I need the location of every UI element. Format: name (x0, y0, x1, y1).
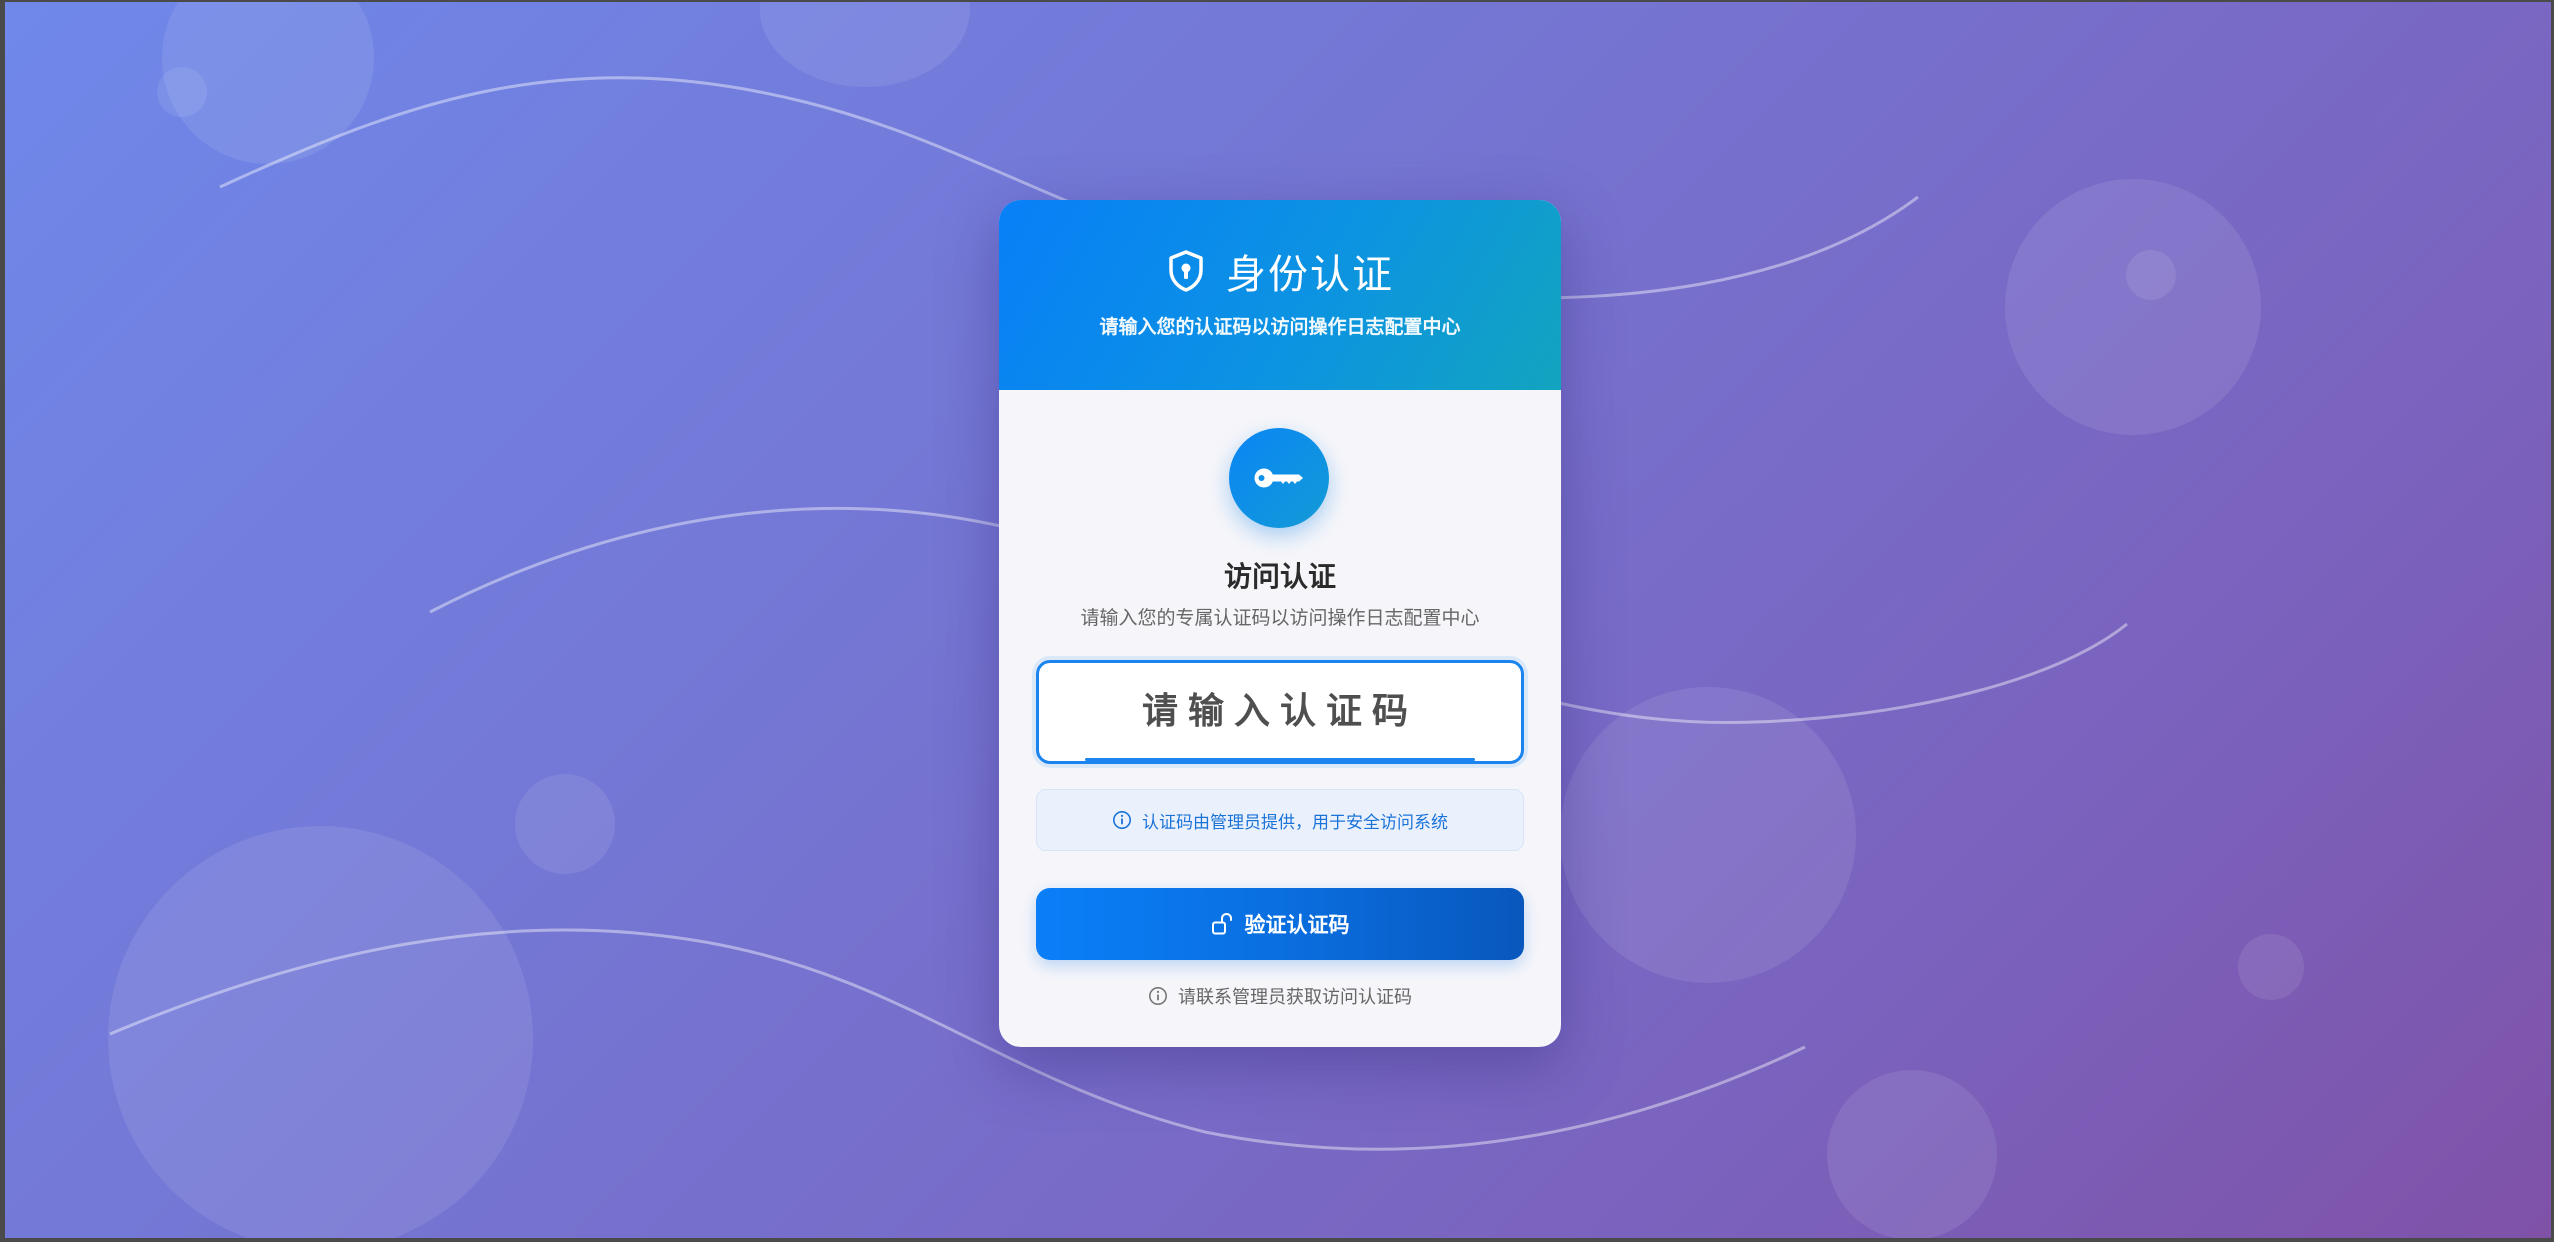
info-circle-icon (1148, 986, 1168, 1006)
shield-lock-icon (1166, 249, 1206, 293)
header-subtitle: 请输入您的认证码以访问操作日志配置中心 (1099, 316, 1461, 338)
contact-note-text: 请联系管理员获取访问认证码 (1178, 987, 1412, 1008)
page-title: 身份认证 (1226, 252, 1394, 298)
code-input-wrapper[interactable] (1036, 660, 1524, 764)
info-circle-icon (1112, 810, 1132, 830)
verify-code-button[interactable]: 验证认证码 (1036, 888, 1524, 960)
verify-button-label: 验证认证码 (1244, 913, 1350, 937)
auth-code-input[interactable] (1039, 663, 1521, 759)
auth-description: 请输入您的专属认证码以访问操作日志配置中心 (1080, 607, 1480, 629)
header-title-row: 身份认证 (999, 242, 1561, 300)
input-focus-underline (1085, 758, 1475, 761)
unlock-icon (1211, 912, 1233, 936)
auth-title: 访问认证 (1223, 560, 1336, 593)
auth-card: 身份认证 请输入您的认证码以访问操作日志配置中心 访问认证 请输入您的专属认证码… (999, 200, 1561, 1047)
screen-frame: 身份认证 请输入您的认证码以访问操作日志配置中心 访问认证 请输入您的专属认证码… (0, 0, 2554, 1242)
key-icon (1253, 463, 1305, 493)
key-badge (1229, 428, 1329, 528)
contact-admin-note: 请联系管理员获取访问认证码 (999, 983, 1561, 1009)
info-hint-text: 认证码由管理员提供，用于安全访问系统 (1142, 812, 1448, 833)
card-header: 身份认证 请输入您的认证码以访问操作日志配置中心 (999, 200, 1561, 390)
info-hint-box: 认证码由管理员提供，用于安全访问系统 (1036, 789, 1524, 851)
